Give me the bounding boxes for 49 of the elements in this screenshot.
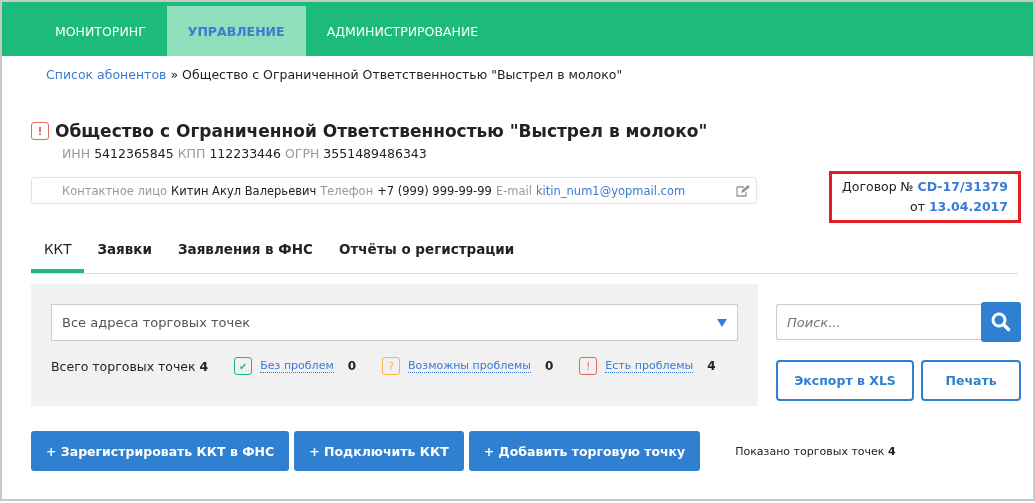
action-button[interactable]: + Зарегистрировать ККТ в ФНС — [31, 431, 290, 471]
alert-icon: ! — [31, 122, 49, 140]
status-link[interactable]: Без проблем — [260, 359, 334, 373]
date-label: от — [910, 199, 925, 214]
tab[interactable]: ККТ — [31, 229, 85, 273]
id-label: ИНН — [62, 146, 91, 161]
id-value: 112233446 — [209, 146, 281, 161]
status-count: 0 — [347, 359, 357, 373]
contract-date[interactable]: 13.04.2017 — [928, 199, 1008, 214]
breadcrumb-link[interactable]: Список абонентов — [46, 67, 167, 82]
contact-label: E-mail — [495, 183, 532, 198]
contract-label: Договор № — [842, 179, 914, 194]
nav-tab[interactable]: МОНИТОРИНГ — [34, 6, 167, 56]
search-button[interactable] — [981, 302, 1021, 342]
contract-number[interactable]: CD-17/31379 — [917, 179, 1008, 194]
tab[interactable]: Отчёты о регистрации — [325, 229, 528, 273]
breadcrumb-separator: » — [170, 67, 179, 82]
shown-count: Показано торговых точек 4 — [735, 444, 896, 458]
action-button[interactable]: + Подключить ККТ — [294, 431, 464, 471]
tab[interactable]: Заявления в ФНС — [164, 229, 326, 273]
status-count: 4 — [707, 359, 716, 373]
edit-icon[interactable] — [736, 185, 750, 197]
total-label: Всего торговых точек 4 — [51, 358, 209, 374]
action-button[interactable]: + Добавить торговую точку — [468, 431, 701, 471]
email-link[interactable]: kitin_num1@yopmail.com — [535, 183, 686, 198]
id-value: 5412365845 — [94, 146, 174, 161]
contact-value: Китин Акул Валерьевич — [171, 183, 317, 198]
status-icon: ✔ — [234, 357, 253, 375]
status-icon: ? — [382, 357, 401, 375]
id-label: КПП — [177, 146, 206, 161]
contact-value: +7 (999) 999-99-99 — [377, 183, 492, 198]
nav-tab[interactable]: УПРАВЛЕНИЕ — [166, 6, 306, 56]
outline-button[interactable]: Экспорт в XLS — [776, 360, 914, 401]
search-field[interactable]: Поиск... — [776, 304, 981, 340]
company-name: Общество с Ограниченной Ответственностью "Выстрел в молоко" — [55, 121, 708, 141]
status-link[interactable]: Есть проблемы — [605, 359, 694, 373]
nav-tab[interactable]: АДМИНИСТРИРОВАНИЕ — [305, 6, 500, 56]
id-value: 3551489486343 — [323, 146, 427, 161]
breadcrumb-current: Общество с Ограниченной Ответственностью "Выстрел в молоко" — [182, 67, 623, 82]
search-icon — [991, 312, 1011, 332]
status-count: 0 — [545, 359, 554, 373]
status-icon: ! — [579, 357, 598, 375]
id-label: ОГРН — [284, 146, 320, 161]
status-link[interactable]: Возможны проблемы — [408, 359, 531, 373]
address-select[interactable]: Все адреса торговых точек — [51, 304, 738, 341]
outline-button[interactable]: Печать — [921, 360, 1021, 401]
tab[interactable]: Заявки — [84, 229, 165, 273]
contact-label: Телефон — [320, 183, 374, 198]
contact-label: Контактное лицо — [62, 183, 168, 198]
